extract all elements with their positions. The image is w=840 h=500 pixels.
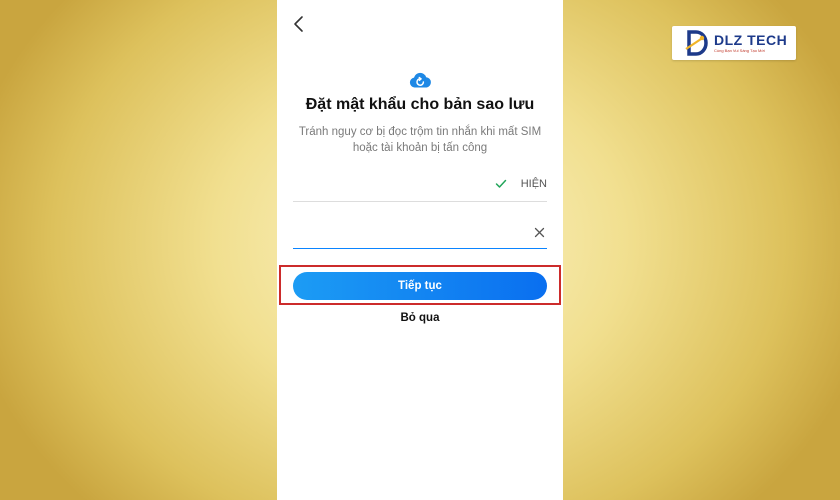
phone-screen: Đặt mật khẩu cho bản sao lưu Tránh nguy … [277, 0, 563, 500]
password-field[interactable]: HIỆN [293, 170, 547, 202]
cloud-backup-icon [409, 72, 431, 88]
show-password-toggle[interactable]: HIỆN [521, 178, 547, 190]
dlz-logo-icon [685, 30, 708, 56]
check-icon [495, 179, 507, 188]
clear-icon[interactable] [534, 227, 545, 238]
continue-button[interactable]: Tiếp tục [293, 272, 547, 300]
logo-text: DLZ TECH [714, 32, 788, 48]
chevron-left-icon[interactable] [291, 14, 307, 34]
skip-link[interactable]: Bỏ qua [277, 312, 563, 324]
confirm-password-field[interactable] [293, 218, 547, 249]
page-subtitle: Tránh nguy cơ bị đọc trộm tin nhắn khi m… [298, 126, 542, 154]
dlz-tech-logo: DLZ TECH Cùng Bạn Vui Sáng Tạo Mới [672, 26, 796, 60]
page-title: Đặt mật khẩu cho bản sao lưu [305, 96, 535, 113]
logo-tagline: Cùng Bạn Vui Sáng Tạo Mới [714, 48, 765, 53]
